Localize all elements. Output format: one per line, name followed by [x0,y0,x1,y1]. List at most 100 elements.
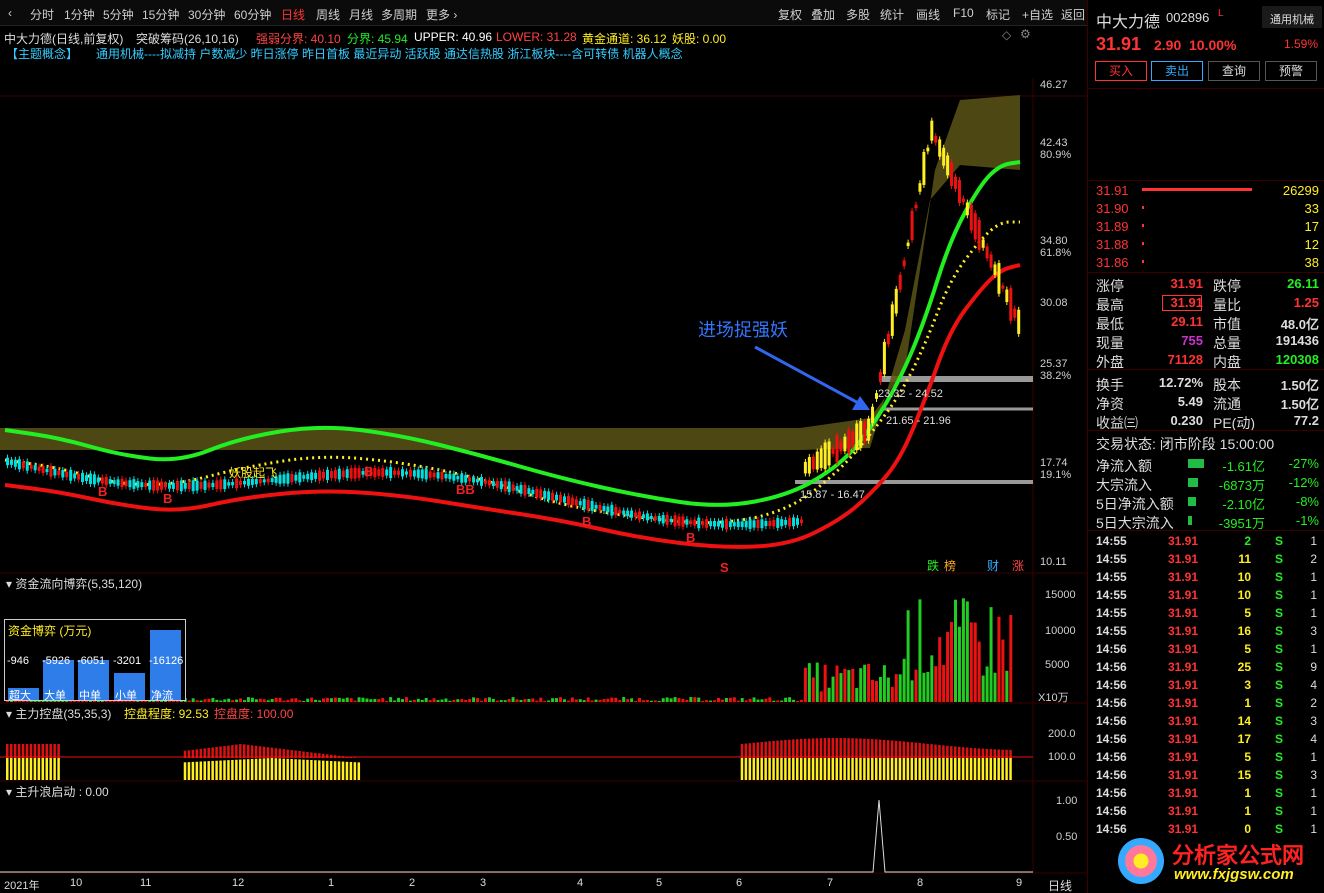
fund-value: -3201 [113,655,142,667]
period-tab[interactable]: 月线 [349,6,373,23]
period-tab[interactable]: 日线 [281,6,305,23]
period-tab[interactable]: 周线 [316,6,340,23]
control-bar [33,758,37,780]
tick-row[interactable]: 14:56 31.91 25 S 9 [1088,658,1324,676]
toolbar-action[interactable]: 多股 [846,6,870,23]
sell-button[interactable]: 卖出 [1151,61,1203,81]
panel3-title[interactable]: ▾ 主力控盘(35,35,3) [6,705,111,722]
tick-row[interactable]: 14:56 31.91 5 S 1 [1088,748,1324,766]
tick-row[interactable]: 14:56 31.91 1 S 1 [1088,784,1324,802]
period-tab[interactable]: 更多 › [426,6,457,23]
toolbar-action[interactable]: 复权 [778,6,802,23]
volume-bar [476,698,480,702]
alert-button[interactable]: 预警 [1265,61,1317,81]
nav-prev-icon[interactable]: ‹ [8,6,12,20]
control-bar [314,760,317,780]
volume-bar [618,700,622,702]
control-bar [847,758,850,780]
tick-row[interactable]: 14:55 31.91 16 S 3 [1088,622,1324,640]
candlestick-chart[interactable] [0,26,1087,893]
volume-bar [207,698,211,702]
toolbar-action[interactable]: +自选 [1022,6,1053,23]
control-bar [286,758,289,780]
tick-row[interactable]: 14:55 31.91 5 S 1 [1088,604,1324,622]
volume-bar [215,699,219,702]
control-bar [819,738,823,758]
tick-row[interactable]: 14:56 31.91 1 S 1 [1088,802,1324,820]
volume-bar [764,698,768,702]
toolbar-action[interactable]: 返回 [1061,6,1085,23]
buy-button[interactable]: 买入 [1095,61,1147,81]
order-price: 31.88 [1096,237,1129,252]
tick-row[interactable]: 14:56 31.91 3 S 4 [1088,676,1324,694]
tick-row[interactable]: 14:55 31.91 10 S 1 [1088,586,1324,604]
quote-stat-row: 换手 12.72% 股本 1.50亿 [1088,373,1324,393]
toolbar-action[interactable]: 画线 [916,6,940,23]
tick-row[interactable]: 14:56 31.91 14 S 3 [1088,712,1324,730]
period-label[interactable]: 日线 [1048,877,1072,893]
control-bar [282,758,285,780]
control-bar [851,738,854,758]
order-volume-bar [1142,260,1144,263]
volume-bar [732,697,736,702]
control-bar [278,758,282,780]
time-axis-label: 4 [577,877,584,889]
toolbar-action[interactable]: F10 [953,6,974,20]
order-book-row[interactable]: 31.86 38 [1088,253,1324,272]
event-tag[interactable]: 涨 [1012,557,1024,574]
volume-bar [847,670,851,702]
collapse-icon[interactable]: ▾ [6,707,15,721]
volume-bar [606,698,610,702]
period-tab[interactable]: 分时 [30,6,54,23]
control-bar [942,745,945,758]
toolbar-action[interactable]: 叠加 [811,6,835,23]
fund-value: -6051 [77,655,106,667]
collapse-icon[interactable]: ▾ [6,785,15,799]
period-tab[interactable]: 30分钟 [188,6,225,23]
volume-bar [894,674,898,702]
tick-time: 14:56 [1096,732,1127,746]
tick-row[interactable]: 14:55 31.91 11 S 2 [1088,550,1324,568]
event-tag[interactable]: 榜 [944,557,956,574]
order-book-row[interactable]: 31.89 17 [1088,217,1324,236]
volume-bar [673,697,677,702]
tick-row[interactable]: 14:56 31.91 17 S 4 [1088,730,1324,748]
volume-bar [713,700,717,702]
quote-stat-row: 最高 31.91 量比 1.25 [1088,293,1324,313]
collapse-icon[interactable]: ▾ [6,577,15,591]
tick-side: S [1275,642,1284,656]
period-tab[interactable]: 1分钟 [64,6,95,23]
tick-row[interactable]: 14:56 31.91 15 S 3 [1088,766,1324,784]
period-tab[interactable]: 15分钟 [142,6,179,23]
period-tab[interactable]: 5分钟 [103,6,134,23]
order-book-row[interactable]: 31.90 33 [1088,199,1324,218]
tick-row[interactable]: 14:56 31.91 5 S 1 [1088,640,1324,658]
panel4-title[interactable]: ▾ 主升浪启动 : 0.00 [6,783,109,800]
toolbar-action[interactable]: 统计 [880,6,904,23]
fund-flow-box: 资金博弈 (万元) -946 超大 -5926 大单 -6051 中单 -3201 小单 -16… [4,619,186,702]
control-bar [855,738,858,758]
event-tag[interactable]: 跌 [927,557,939,574]
flow-bar [1188,516,1192,525]
control-bar [823,758,827,780]
tick-side: S [1275,786,1284,800]
period-tab[interactable]: 多周期 [381,6,417,23]
order-volume: 33 [1304,201,1319,216]
query-button[interactable]: 查询 [1208,61,1260,81]
tick-count: 1 [1310,606,1317,620]
toolbar-action[interactable]: 标记 [986,6,1010,23]
tick-row[interactable]: 14:55 31.91 10 S 1 [1088,568,1324,586]
tick-time: 14:56 [1096,804,1127,818]
volume-bar [404,697,408,702]
order-book-row[interactable]: 31.88 12 [1088,235,1324,254]
volume-bar [626,699,630,702]
tick-row[interactable]: 14:56 31.91 1 S 2 [1088,694,1324,712]
tick-row[interactable]: 14:55 31.91 2 S 1 [1088,532,1324,550]
volume-axis-label: X10万 [1038,692,1069,704]
panel2-title[interactable]: ▾ 资金流向博弈(5,35,120) [6,575,142,592]
control-bar [792,758,795,780]
sector-badge[interactable]: 通用机械 [1262,6,1322,28]
period-tab[interactable]: 60分钟 [234,6,271,23]
control-bar [760,741,763,758]
event-tag[interactable]: 财 [987,557,999,574]
